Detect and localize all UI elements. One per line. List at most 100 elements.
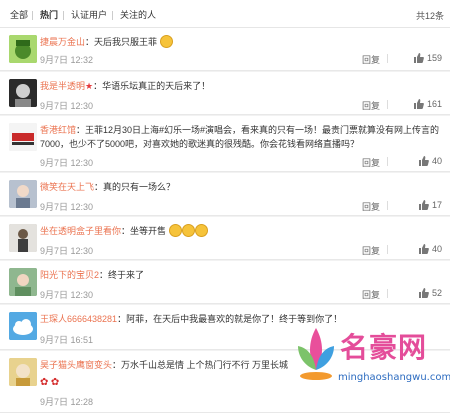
avatar[interactable] — [9, 180, 37, 208]
comment-body: ：天后我只服王菲 — [85, 37, 158, 47]
rose-icon: ✿ — [40, 377, 49, 388]
avatar-image — [9, 180, 37, 208]
action-divider — [387, 289, 388, 298]
like-count: 40 — [431, 244, 442, 254]
avatar[interactable] — [9, 224, 37, 252]
reply-button[interactable]: 回复 — [362, 288, 380, 301]
comment-username[interactable]: 王琛人6666438281 — [40, 314, 117, 324]
comment-text: 阳光下的宝贝2：终于来了 — [40, 268, 442, 282]
reply-button[interactable]: 回复 — [362, 99, 380, 112]
thumbs-up-icon — [418, 156, 429, 166]
tab-divider — [63, 11, 64, 20]
tab-verified-users[interactable]: 认证用户 — [71, 9, 107, 21]
smile-emoji-icon — [181, 224, 195, 237]
like-button[interactable]: 159 — [413, 53, 442, 63]
like-button[interactable]: 161 — [413, 99, 442, 109]
comment-text: 坐在透明盒子里看你：坐等开售 — [40, 224, 442, 238]
thumbs-up-icon — [418, 200, 429, 210]
avatar[interactable] — [9, 79, 37, 107]
lotus-logo-icon — [298, 328, 334, 380]
comment-time: 9月7日 12:30 — [40, 290, 94, 300]
avatar[interactable] — [9, 35, 37, 63]
reply-button[interactable]: 回复 — [362, 244, 380, 257]
comment-item: 阳光下的宝贝2：终于来了 9月7日 12:30 回复 52 — [0, 261, 450, 304]
verified-star-icon: ★ — [85, 81, 94, 91]
tab-following[interactable]: 关注的人 — [120, 9, 156, 21]
like-count: 52 — [431, 288, 442, 298]
comment-body: ：王菲12月30日上海#幻乐一场#演唱会，看来真的只有一场！最贵门票就算没有网上… — [40, 125, 440, 149]
avatar-image — [9, 312, 37, 340]
comment-item: 坐在透明盒子里看你：坐等开售 9月7日 12:30 回复 40 — [0, 217, 450, 260]
flower-emojis: ✿ ✿ — [40, 377, 59, 388]
avatar-image — [9, 79, 37, 107]
tab-divider — [112, 11, 113, 20]
avatar[interactable] — [9, 123, 37, 151]
comment-username[interactable]: 昊子猫头鹰窗变头 — [40, 360, 112, 370]
tab-divider — [32, 11, 33, 20]
comment-actions: 回复 40 — [362, 244, 442, 256]
avatar-image — [9, 35, 37, 63]
comment-item: 微笑在天上飞：真的只有一场么？ 9月7日 12:30 回复 17 — [0, 173, 450, 216]
like-button[interactable]: 17 — [418, 200, 442, 210]
comment-username[interactable]: 微笑在天上飞 — [40, 182, 94, 192]
thumbs-up-icon — [413, 99, 424, 109]
comment-text: 捷晨万金山：天后我只服王菲 — [40, 35, 442, 49]
action-divider — [387, 245, 388, 254]
comment-username[interactable]: 坐在透明盒子里看你 — [40, 226, 121, 236]
reply-button[interactable]: 回复 — [362, 156, 380, 169]
action-divider — [387, 100, 388, 109]
comment-text: 我是半透明★：华语乐坛真正的天后来了！ — [40, 79, 442, 93]
comment-username[interactable]: 阳光下的宝贝2 — [40, 270, 99, 280]
comment-time: 9月7日 12:28 — [40, 397, 94, 407]
comment-time: 9月7日 12:32 — [40, 55, 94, 65]
avatar-image — [9, 268, 37, 296]
comment-username[interactable]: 香港红馆 — [40, 125, 76, 135]
reply-button[interactable]: 回复 — [362, 200, 380, 213]
comment-actions: 回复 17 — [362, 200, 442, 212]
like-button[interactable]: 52 — [418, 288, 442, 298]
comment-actions: 回复 159 — [362, 53, 442, 65]
comment-body: ：万水千山总是情 上个热门行不行 万里长城 — [112, 360, 289, 370]
like-count: 159 — [426, 53, 442, 63]
comment-body: ：终于来了 — [99, 270, 145, 280]
comment-item: 香港红馆：王菲12月30日上海#幻乐一场#演唱会，看来真的只有一场！最贵门票就算… — [0, 116, 450, 172]
avatar[interactable] — [9, 312, 37, 340]
comment-actions: 回复 52 — [362, 288, 442, 300]
reply-button[interactable]: 回复 — [362, 53, 380, 66]
smile-emoji-icon — [194, 224, 208, 237]
comment-actions: 回复 161 — [362, 99, 442, 111]
thumbs-up-icon — [418, 288, 429, 298]
action-divider — [387, 54, 388, 63]
tab-all[interactable]: 全部 — [10, 9, 28, 21]
comment-time: 9月7日 12:30 — [40, 202, 94, 212]
comment-body: ：坐等开售 — [121, 226, 167, 236]
like-button[interactable]: 40 — [418, 244, 442, 254]
comment-tabs: 全部 热门 认证用户 关注的人 共12条 — [0, 0, 450, 28]
tab-hot[interactable]: 热门 — [40, 9, 58, 21]
smile-emoji-icon — [159, 35, 173, 48]
site-watermark: 名豪网 minghaoshangwu.com — [294, 318, 450, 408]
like-count: 17 — [431, 200, 442, 210]
thumbs-up-icon — [413, 53, 424, 63]
comment-username[interactable]: 我是半透明 — [40, 81, 85, 91]
comment-username[interactable]: 捷晨万金山 — [40, 37, 85, 47]
comment-text: 香港红馆：王菲12月30日上海#幻乐一场#演唱会，看来真的只有一场！最贵门票就算… — [40, 123, 440, 151]
comment-body: ：真的只有一场么？ — [94, 182, 176, 192]
like-button[interactable]: 40 — [418, 156, 442, 166]
comment-time: 9月7日 12:30 — [40, 101, 94, 111]
smile-emoji-icon — [168, 224, 182, 237]
watermark-url: minghaoshangwu.com — [338, 372, 450, 383]
thumbs-up-icon — [418, 244, 429, 254]
comment-time: 9月7日 12:30 — [40, 246, 94, 256]
avatar-image — [9, 123, 37, 151]
comment-text: 微笑在天上飞：真的只有一场么？ — [40, 180, 442, 194]
avatar[interactable] — [9, 268, 37, 296]
comment-time: 9月7日 12:30 — [40, 158, 94, 168]
action-divider — [387, 201, 388, 210]
avatar-image — [9, 358, 37, 386]
comment-item: 我是半透明★：华语乐坛真正的天后来了！ 9月7日 12:30 回复 161 — [0, 72, 450, 115]
comment-time: 9月7日 16:51 — [40, 335, 94, 345]
action-divider — [387, 157, 388, 166]
comment-item: 捷晨万金山：天后我只服王菲 9月7日 12:32 回复 159 — [0, 28, 450, 71]
avatar[interactable] — [9, 358, 37, 386]
